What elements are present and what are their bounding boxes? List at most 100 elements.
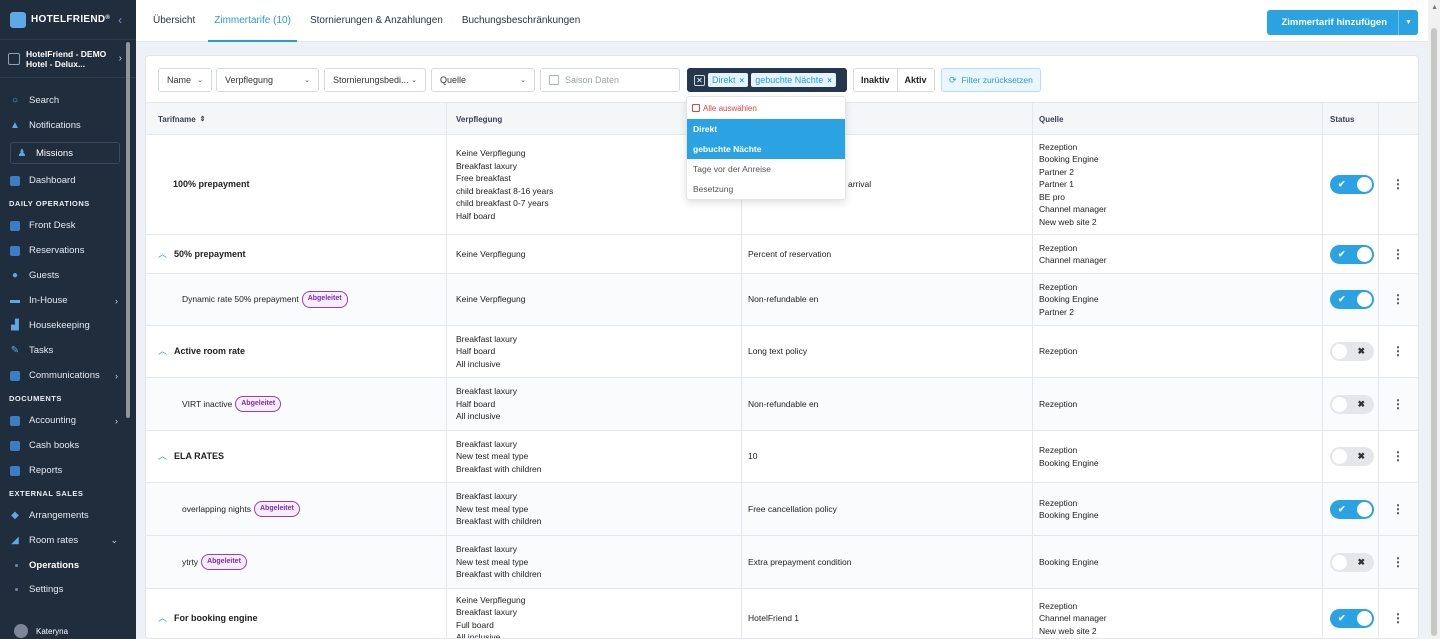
page-scrollbar[interactable]: ▲ <box>1428 0 1440 639</box>
expand-icon[interactable]: ︿ <box>158 612 167 625</box>
select-all-label: Alle auswählen <box>703 103 757 113</box>
sidebar-item-dashboard[interactable]: Dashboard <box>0 168 136 193</box>
sidebar-item-accounting[interactable]: Accounting › <box>0 408 136 433</box>
column-divider <box>1322 483 1323 535</box>
table-row[interactable]: ︿ For booking engine Keine Verpflegung Bre… <box>146 589 1418 638</box>
col-name[interactable]: Tarifname ⇕ <box>158 103 206 135</box>
table-row[interactable]: Dynamic rate 50% prepayment Abgeleitet Kei… <box>146 274 1418 326</box>
sidebar-item-in-house[interactable]: ▬ In-House › <box>0 288 136 313</box>
name-filter[interactable]: Name ⌄ <box>158 68 212 92</box>
more-options-icon[interactable]: ⋮ <box>1392 293 1404 306</box>
dropdown-option-days-before-arrival[interactable]: Tage vor der Anreise <box>687 159 845 179</box>
tab-room-rates[interactable]: Zimmertarife (10) <box>208 0 297 42</box>
select-all-option[interactable]: Alle auswählen <box>687 97 845 119</box>
meal-filter[interactable]: Verpflegung ⌄ <box>216 68 319 92</box>
actions-cell: ⋮ <box>1378 431 1418 482</box>
status-toggle[interactable]: ✔ <box>1330 244 1374 264</box>
sidebar-item-communications[interactable]: Communications › <box>0 363 136 388</box>
sidebar-item-front-desk[interactable]: Front Desk <box>0 213 136 238</box>
x-icon: ✖ <box>1357 398 1365 409</box>
derived-badge: Abgeleitet <box>301 291 348 308</box>
hotel-selector[interactable]: HotelFriend - DEMO Hotel - Delux... › <box>0 40 136 78</box>
table-row[interactable]: VIRT inactive Abgeleitet Breakfast laxury … <box>146 378 1418 431</box>
actions-cell: ⋮ <box>1378 589 1418 638</box>
sidebar-item-arrangements[interactable]: ◆ Arrangements <box>0 503 136 528</box>
status-toggle[interactable]: ✖ <box>1330 394 1374 414</box>
active-filter-button[interactable]: Aktiv <box>896 69 934 91</box>
status-toggle[interactable]: ✔ <box>1330 290 1374 309</box>
expand-icon[interactable]: ︿ <box>158 248 167 261</box>
source-filter[interactable]: Quelle ⌄ <box>431 68 535 92</box>
sidebar-item-label: Reports <box>29 465 63 476</box>
add-room-rate-button[interactable]: Zimmertarif hinzufügen ▼ <box>1267 10 1418 35</box>
expand-icon[interactable]: ︿ <box>158 450 167 463</box>
more-options-icon[interactable]: ⋮ <box>1392 178 1404 191</box>
more-options-icon[interactable]: ⋮ <box>1392 398 1404 411</box>
sidebar-scrollbar[interactable] <box>126 42 130 418</box>
sidebar-item-tasks[interactable]: ✎ Tasks <box>0 338 136 363</box>
table-row[interactable]: ytrty Abgeleitet Breakfast laxury New test… <box>146 536 1418 589</box>
sidebar-item-notifications[interactable]: ▲ Notifications <box>0 113 136 138</box>
sidebar-item-cash-books[interactable]: Cash books <box>0 433 136 458</box>
expand-icon[interactable]: ︿ <box>158 345 167 358</box>
sidebar-item-reservations[interactable]: Reservations <box>0 238 136 263</box>
sidebar-item-guests[interactable]: ● Guests <box>0 263 136 288</box>
table-row[interactable]: overlapping nights Abgeleitet Breakfast la… <box>146 483 1418 536</box>
more-options-icon[interactable]: ⋮ <box>1392 345 1404 358</box>
name-filter-label: Name <box>167 75 192 85</box>
status-toggle[interactable]: ✔ <box>1330 499 1374 519</box>
page-scrollbar-thumb[interactable] <box>1431 28 1437 636</box>
column-divider <box>446 103 447 134</box>
sort-icon[interactable]: ⇕ <box>200 115 206 123</box>
chevron-down-icon[interactable]: ▼ <box>1398 10 1418 35</box>
dropdown-option-direct[interactable]: Direkt <box>687 119 845 139</box>
more-options-icon[interactable]: ⋮ <box>1392 612 1404 625</box>
sidebar-subitem-operations[interactable]: Operations <box>0 553 136 577</box>
missions-label: Missions <box>36 147 73 159</box>
missions-button[interactable]: ♟ Missions <box>10 142 120 164</box>
status-toggle[interactable]: ✔ <box>1330 609 1374 628</box>
tab-overview[interactable]: Übersicht <box>153 0 195 42</box>
policy-cell: 10 <box>748 451 758 462</box>
status-toggle[interactable]: ✖ <box>1330 342 1374 361</box>
remove-tag-icon[interactable]: × <box>827 76 832 85</box>
dropdown-option-booked-nights[interactable]: gebuchte Nächte <box>687 139 845 159</box>
rate-type-filter[interactable]: ✕ Direkt × gebuchte Nächte × <box>687 68 847 92</box>
dropdown-option-occupancy[interactable]: Besetzung <box>687 179 845 199</box>
table-row[interactable]: ︿ Active room rate Breakfast laxury Half b… <box>146 326 1418 378</box>
table-row[interactable]: ︿ 50% prepayment Keine Verpflegung Percent … <box>146 235 1418 274</box>
status-toggle[interactable]: ✖ <box>1330 447 1374 466</box>
toggle-knob <box>1357 177 1372 192</box>
sidebar-item-search[interactable]: ○ Search <box>0 88 136 113</box>
sidebar-item-room-rates[interactable]: ◢ Room rates ⌄ <box>0 528 136 553</box>
inactive-filter-button[interactable]: Inaktiv <box>854 69 897 91</box>
remove-tag-icon[interactable]: × <box>740 76 745 85</box>
more-options-icon[interactable]: ⋮ <box>1392 556 1404 569</box>
season-date-filter[interactable]: Saison Daten <box>540 68 680 92</box>
tab-cancellations[interactable]: Stornierungen & Anzahlungen <box>310 0 443 42</box>
tag-booked-nights: gebuchte Nächte × <box>751 73 836 87</box>
user-profile[interactable]: Kateryna <box>0 623 136 639</box>
status-toggle[interactable]: ✔ <box>1330 175 1374 194</box>
tab-restrictions[interactable]: Buchungsbeschränkungen <box>462 0 580 42</box>
sidebar-item-housekeeping[interactable]: ▟ Housekeeping <box>0 313 136 338</box>
table-row[interactable]: ︿ ELA RATES Breakfast laxury New test meal… <box>146 431 1418 483</box>
rate-name-cell: ︿ ELA RATES <box>158 431 443 482</box>
status-toggle[interactable]: ✖ <box>1330 552 1374 572</box>
cancellation-filter[interactable]: Stornierungsbedi... ⌄ <box>324 68 426 92</box>
sidebar-item-reports[interactable]: Reports <box>0 458 136 483</box>
clear-icon[interactable]: ✕ <box>694 74 705 86</box>
logo[interactable]: HOTELFRIEND ® ‹ <box>0 0 136 40</box>
reset-filters-button[interactable]: ⟳ Filter zurücksetzen <box>941 68 1041 92</box>
chevron-right-icon: › <box>115 295 118 306</box>
source-cell: Rezeption Channel manager <box>1039 242 1107 266</box>
scroll-up-icon[interactable]: ▲ <box>1431 4 1438 11</box>
chevron-right-icon: › <box>115 370 118 381</box>
collapse-sidebar-icon[interactable]: ‹ <box>118 13 122 27</box>
source-cell: Booking Engine <box>1039 556 1099 567</box>
sidebar-subitem-settings[interactable]: Settings <box>0 577 136 601</box>
source-cell: Rezeption Booking Engine Partner 2 Partn… <box>1039 141 1107 227</box>
more-options-icon[interactable]: ⋮ <box>1392 503 1404 516</box>
more-options-icon[interactable]: ⋮ <box>1392 248 1404 261</box>
more-options-icon[interactable]: ⋮ <box>1392 450 1404 463</box>
